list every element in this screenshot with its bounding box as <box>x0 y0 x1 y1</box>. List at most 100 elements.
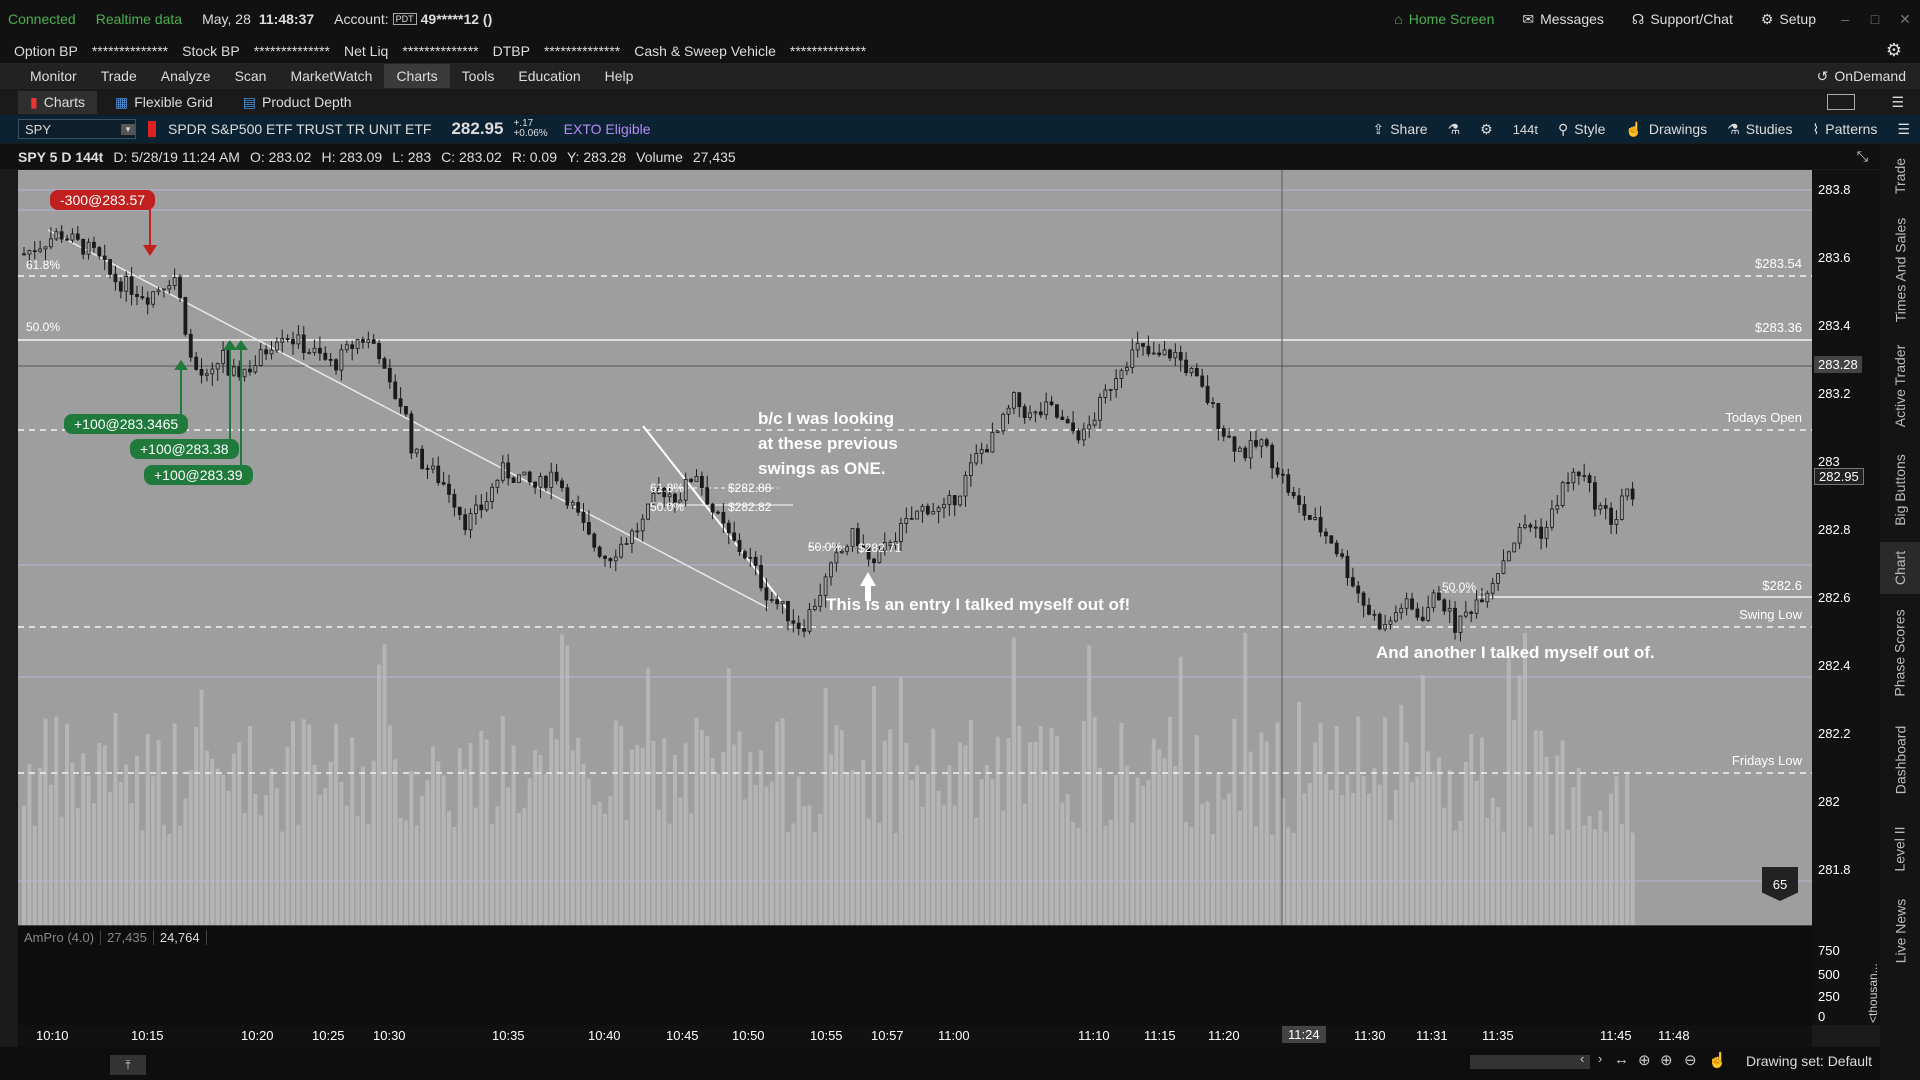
annotation-note-2: This is an entry I talked myself out of! <box>826 595 1131 614</box>
share-button[interactable]: ⇪ Share <box>1362 115 1437 143</box>
drawings-button[interactable]: ☝ Drawings <box>1615 115 1717 143</box>
candle <box>775 599 780 605</box>
patterns-button[interactable]: ⌇ Patterns <box>1802 115 1887 143</box>
sell-order-tag[interactable]: -300@283.57 <box>50 190 156 210</box>
messages-button[interactable]: ✉ Messages <box>1508 0 1618 38</box>
home-screen-button[interactable]: ⌂ Home Screen <box>1380 0 1508 38</box>
buy-order-tag-3[interactable]: +100@283.39 <box>144 465 253 485</box>
close-button[interactable]: ✕ <box>1890 0 1920 38</box>
maximize-button[interactable]: □ <box>1860 0 1890 38</box>
ondemand-icon: ↺ <box>1816 67 1829 84</box>
account-selector[interactable]: 49*****12 () <box>421 11 493 27</box>
candle <box>1270 444 1275 469</box>
setup-button[interactable]: ⚙ Setup <box>1747 0 1830 38</box>
chart-settings-button[interactable]: ⚙ <box>1470 115 1503 143</box>
menu-scan[interactable]: Scan <box>223 64 279 88</box>
volume-bar <box>371 760 376 925</box>
menu-analyze[interactable]: Analyze <box>149 64 223 88</box>
price-chart[interactable]: -300@283.57 +100@283.3465 +100@283.38 +1… <box>18 170 1812 925</box>
sweep-label[interactable]: Cash & Sweep Vehicle <box>634 43 776 59</box>
price-axis[interactable]: 283.8 283.6 283.4 283.2 283 282.8 282.6 … <box>1812 170 1880 925</box>
share-icon: ⇪ <box>1372 120 1385 137</box>
layout-icon[interactable] <box>1827 94 1856 110</box>
buy-order-tag-1[interactable]: +100@283.3465 <box>64 414 189 434</box>
side-tab-level-ii[interactable]: Level II <box>1880 812 1920 886</box>
drawing-set-label[interactable]: Drawing set: Default <box>1746 1053 1872 1069</box>
candle <box>780 600 785 605</box>
side-tab-active-trader[interactable]: Active Trader <box>1880 334 1920 438</box>
side-tab-dashboard[interactable]: Dashboard <box>1880 712 1920 808</box>
volume-bar <box>334 724 339 925</box>
candle <box>393 381 398 400</box>
pan-icon[interactable]: ↔ <box>1614 1051 1629 1068</box>
subtab-charts[interactable]: ▮ Charts <box>18 90 97 114</box>
price-chart-canvas[interactable] <box>18 170 1812 925</box>
menu-help[interactable]: Help <box>593 64 646 88</box>
menu-education[interactable]: Education <box>506 64 592 88</box>
menu-tools[interactable]: Tools <box>450 64 507 88</box>
x-tick: 10:55 <box>810 1028 843 1043</box>
ohlc-info-bar: SPY 5 D 144t D: 5/28/19 11:24 AM O: 283.… <box>0 144 1920 169</box>
option-bp-label[interactable]: Option BP <box>14 43 78 59</box>
volume-bar <box>952 805 957 925</box>
subtab-flexible-grid[interactable]: ▦ Flexible Grid <box>103 91 225 114</box>
support-label: Support/Chat <box>1650 11 1733 27</box>
volume-bar <box>188 770 193 925</box>
menu-marketwatch[interactable]: MarketWatch <box>278 64 384 88</box>
side-tab-live-news[interactable]: Live News <box>1880 890 1920 972</box>
zoom-in-icon[interactable]: ⊕ <box>1660 1051 1673 1069</box>
style-button[interactable]: ⚲ Style <box>1548 115 1615 143</box>
side-tab-chart[interactable]: Chart <box>1880 542 1920 594</box>
side-tab-phase-scores[interactable]: Phase Scores <box>1880 598 1920 708</box>
ondemand-button[interactable]: ↺ OnDemand <box>1817 68 1906 85</box>
candle <box>414 448 419 454</box>
side-tab-big-buttons-label: Big Buttons <box>1892 454 1909 526</box>
side-tab-big-buttons[interactable]: Big Buttons <box>1880 442 1920 538</box>
aggregation-button[interactable]: 144t <box>1503 115 1548 143</box>
studies-button[interactable]: ⚗ Studies <box>1717 115 1802 143</box>
settings-gear-icon[interactable]: ⚙ <box>1886 40 1902 61</box>
support-chat-button[interactable]: ☊ Support/Chat <box>1618 0 1747 38</box>
subtab-product-depth[interactable]: ▤ Product Depth <box>231 91 364 114</box>
dtbp-label[interactable]: DTBP <box>493 43 530 59</box>
net-liq-label[interactable]: Net Liq <box>344 43 388 59</box>
candle <box>1329 535 1334 544</box>
buy-order-tag-2[interactable]: +100@283.38 <box>130 439 239 459</box>
flask-button[interactable]: ⚗ <box>1438 115 1471 143</box>
zoom-out-icon[interactable]: ⊖ <box>1684 1051 1697 1069</box>
chart-menu-button[interactable]: ☰ <box>1887 115 1920 143</box>
setup-label: Setup <box>1779 11 1816 27</box>
volume-bar <box>398 817 403 925</box>
candle <box>1474 599 1479 614</box>
account-label: Account: <box>334 11 389 27</box>
horizontal-scrollbar[interactable] <box>1470 1055 1590 1069</box>
menu-trade[interactable]: Trade <box>89 64 149 88</box>
volume-bar <box>210 758 215 925</box>
expand-panel-button[interactable]: ⤒ <box>110 1055 146 1075</box>
side-tab-dashboard-label: Dashboard <box>1892 725 1908 795</box>
scroll-left-icon[interactable]: ‹ <box>1580 1051 1584 1066</box>
volume-bar <box>1340 795 1345 925</box>
study-panel[interactable]: AmPro (4.0) 27,435 24,764 <box>18 925 1812 1025</box>
crosshair-icon[interactable]: ⊕ <box>1638 1051 1651 1069</box>
dropdown-arrow-icon[interactable]: ▾ <box>121 123 135 135</box>
side-tab-times-sales[interactable]: Times And Sales <box>1880 210 1920 330</box>
volume-bar <box>1291 832 1296 925</box>
alert-flag-icon[interactable] <box>148 121 156 137</box>
stock-bp-label[interactable]: Stock BP <box>182 43 240 59</box>
y-tick: 283.8 <box>1818 182 1851 197</box>
side-tab-trade[interactable]: Trade <box>1880 144 1920 208</box>
volume-bar <box>909 779 914 925</box>
menu-charts[interactable]: Charts <box>384 64 450 88</box>
candle <box>1012 392 1016 409</box>
menu-monitor[interactable]: Monitor <box>18 64 89 88</box>
scroll-right-icon[interactable]: › <box>1598 1051 1602 1066</box>
hand-tool-icon[interactable]: ☝ <box>1708 1051 1727 1069</box>
symbol-input[interactable]: SPY ▾ <box>18 119 136 139</box>
minimize-button[interactable]: – <box>1830 0 1860 38</box>
time-axis[interactable]: 10:10 10:15 10:20 10:25 10:30 10:35 10:4… <box>18 1025 1812 1047</box>
collapse-icon[interactable]: ⤡ <box>1857 148 1868 165</box>
candle <box>1006 407 1011 415</box>
candle <box>597 546 602 557</box>
menu-lines-icon[interactable]: ☰ <box>1891 94 1904 111</box>
